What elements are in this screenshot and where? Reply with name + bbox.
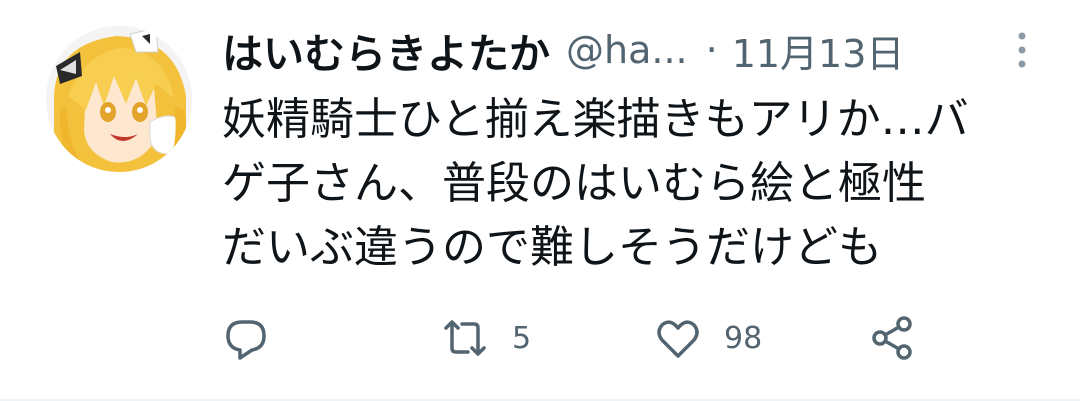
- timestamp[interactable]: 11月13日: [732, 23, 905, 78]
- share-button[interactable]: [868, 308, 916, 368]
- display-name[interactable]: はいむらきよたか: [222, 20, 550, 80]
- share-icon: [872, 316, 912, 360]
- tweet-text-line: 妖精騎士ひと揃え楽描きもアリか…バ: [222, 94, 969, 145]
- avatar[interactable]: [46, 26, 192, 172]
- more-vertical-icon: [1018, 32, 1026, 68]
- separator-dot: ·: [705, 28, 718, 72]
- retweet-count: 5: [512, 320, 532, 356]
- like-count: 98: [724, 320, 763, 356]
- retweet-icon: [444, 320, 486, 356]
- heart-icon: [657, 320, 699, 358]
- reply-button[interactable]: [222, 308, 292, 368]
- reply-icon: [226, 320, 266, 360]
- like-button[interactable]: 98: [654, 308, 762, 368]
- tweet-header: はいむらきよたか @ha... · 11月13日: [222, 22, 1032, 78]
- tweet-text: 妖精騎士ひと揃え楽描きもアリか…バ ゲ子さん、普段のはいむら絵と極性 だいぶ違う…: [222, 88, 1012, 280]
- tweet-text-line: ゲ子さん、普段のはいむら絵と極性: [222, 158, 926, 209]
- more-button[interactable]: [1010, 30, 1034, 70]
- action-bar: 5 98: [222, 308, 942, 368]
- tweet[interactable]: はいむらきよたか @ha... · 11月13日 妖精騎士ひと揃え楽描きもアリか…: [0, 0, 1080, 401]
- tweet-text-line: だいぶ違うので難しそうだけども: [222, 222, 882, 273]
- user-handle[interactable]: @ha...: [566, 28, 688, 72]
- avatar-image: [46, 26, 192, 172]
- retweet-button[interactable]: 5: [440, 308, 531, 368]
